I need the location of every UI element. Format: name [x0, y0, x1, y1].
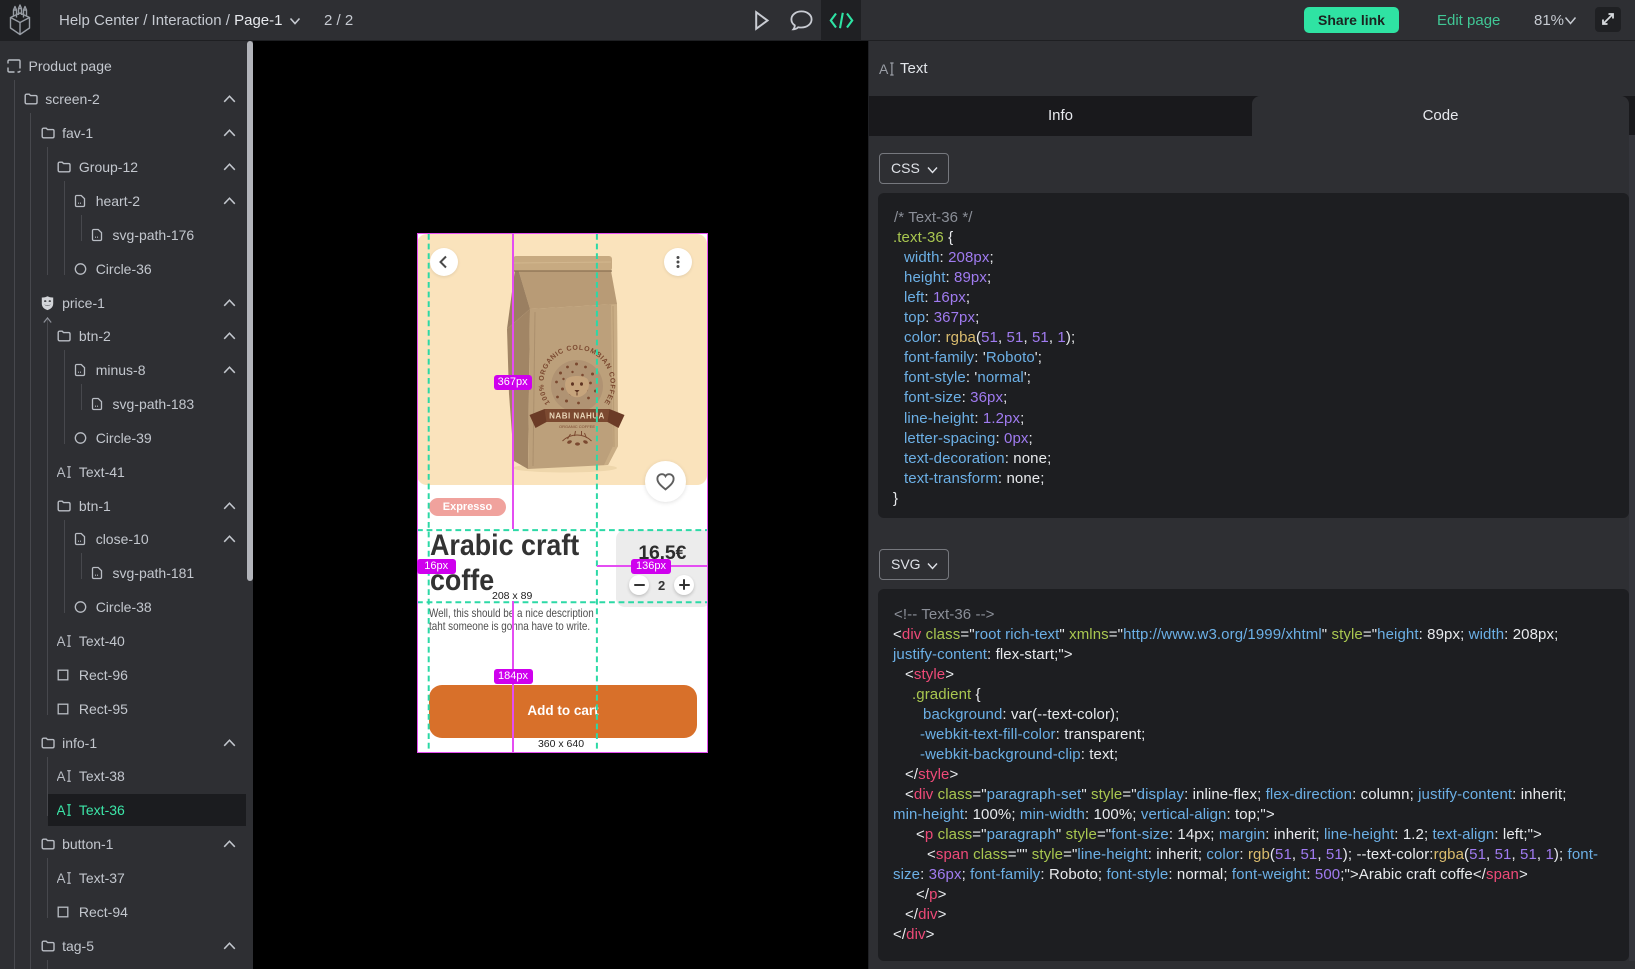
svg-text:A: A: [57, 770, 66, 783]
svg-text:A: A: [879, 62, 889, 76]
svg-text:A: A: [57, 635, 66, 648]
svg-text:A: A: [57, 804, 66, 817]
svg-text:A: A: [57, 465, 66, 478]
svg-text:A: A: [57, 871, 66, 884]
